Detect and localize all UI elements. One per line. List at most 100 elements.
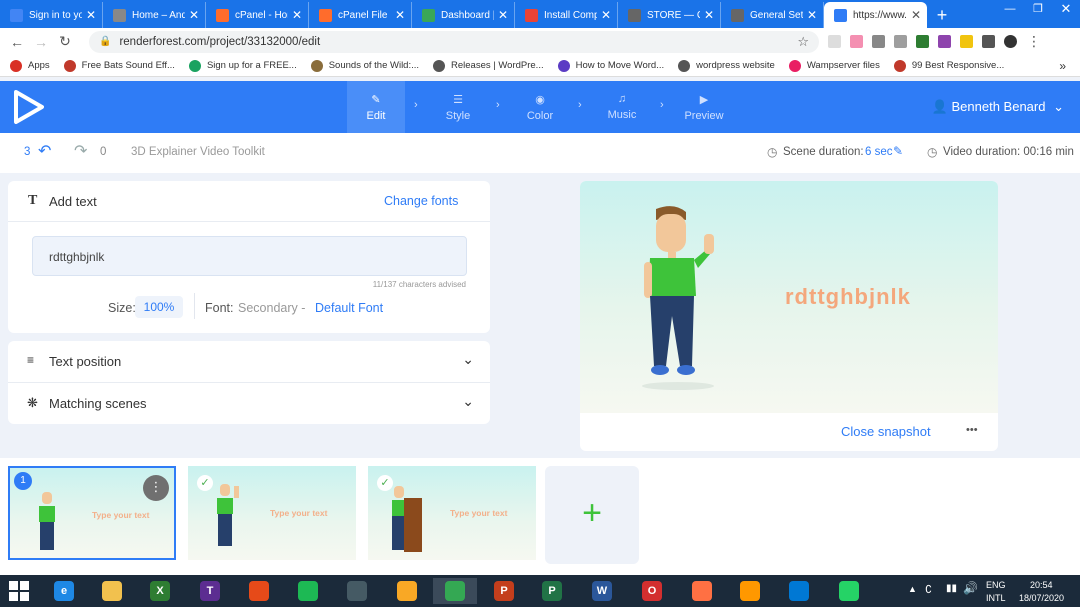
publisher-icon[interactable]: P (538, 578, 566, 604)
text-input[interactable]: rdttghbjnlk (32, 236, 467, 276)
bookmark-item[interactable]: Releases | WordPre... (433, 59, 544, 72)
firefox-icon[interactable] (736, 578, 764, 604)
step-style[interactable]: ☰ Style (429, 81, 487, 133)
step-edit[interactable]: ✎ Edit (347, 81, 405, 133)
whatsapp-icon[interactable] (835, 578, 863, 604)
reload-icon[interactable]: ↻ (53, 33, 77, 50)
language-indicator[interactable]: ENG (986, 580, 1006, 590)
sticky-notes-icon[interactable] (393, 578, 421, 604)
bookmarks-overflow-icon[interactable]: » (1059, 59, 1066, 73)
browser-tab[interactable]: Home – And ✕ (103, 2, 206, 28)
size-value[interactable]: 100% (135, 296, 183, 318)
bookmark-item[interactable]: Wampserver files (788, 59, 880, 72)
tab-favicon-icon (628, 8, 641, 22)
file-explorer-icon[interactable] (98, 578, 126, 604)
teams-icon[interactable]: T (196, 578, 224, 604)
close-snapshot-button[interactable]: Close snapshot (841, 424, 931, 439)
close-tab-icon[interactable]: ✕ (395, 8, 405, 22)
browser-tab[interactable]: Sign in to yo ✕ (0, 2, 103, 28)
close-tab-icon[interactable]: ✕ (292, 8, 302, 22)
browser-tab[interactable]: General Setti ✕ (721, 2, 824, 28)
thumbnail-menu-icon[interactable]: ⋮ (143, 475, 169, 501)
volume-icon[interactable]: 🔊 (963, 581, 978, 595)
step-music[interactable]: ♫ Music (593, 81, 651, 133)
extension-icon[interactable] (850, 35, 863, 48)
spotify-icon[interactable] (294, 578, 322, 604)
matching-scenes-row[interactable]: ❋ Matching scenes ⌄ (8, 383, 490, 424)
forward-icon[interactable]: → (29, 34, 53, 50)
edit-duration-icon[interactable]: ✎ (893, 144, 903, 158)
add-scene-button[interactable]: + (545, 466, 639, 564)
chrome-icon[interactable] (433, 578, 477, 604)
change-fonts-link[interactable]: Change fonts (384, 194, 458, 208)
network-icon[interactable]: ∁ (925, 583, 932, 596)
scene-preview[interactable]: rdttghbjnlk (580, 181, 998, 413)
close-tab-icon[interactable]: ✕ (807, 8, 817, 22)
default-font-link[interactable]: Default Font (315, 301, 383, 315)
extension-icon[interactable] (872, 35, 885, 48)
restore-icon[interactable]: ❐ (1024, 0, 1052, 22)
renderforest-logo-icon[interactable] (14, 90, 44, 124)
extension-icon[interactable] (916, 35, 929, 48)
close-tab-icon[interactable]: ✕ (911, 8, 921, 22)
url-bar[interactable]: 🔒 renderforest.com/project/33132000/edit… (89, 30, 819, 53)
tab-title: Sign in to yo (29, 9, 82, 21)
text-position-row[interactable]: ≡ Text position ⌄ (8, 341, 490, 382)
extension-icon[interactable] (894, 35, 907, 48)
opera-icon[interactable]: O (638, 578, 666, 604)
back-icon[interactable]: ← (5, 34, 29, 50)
menu-dots-icon[interactable]: ⋮ (1027, 33, 1041, 50)
browser-tab[interactable]: cPanel File M ✕ (309, 2, 412, 28)
user-menu[interactable]: 👤 Benneth Benard ⌄ (932, 99, 1064, 115)
word-icon[interactable]: W (588, 578, 616, 604)
bookmark-item[interactable]: Sign up for a FREE... (188, 59, 297, 72)
powerpoint-icon[interactable]: P (490, 578, 518, 604)
undo-icon[interactable]: ↶ (38, 141, 51, 161)
bookmark-item[interactable]: How to Move Word... (557, 59, 664, 72)
close-window-icon[interactable]: ✕ (1052, 0, 1080, 22)
uc-browser-icon[interactable] (688, 578, 716, 604)
star-icon[interactable]: ☆ (797, 34, 809, 50)
internet-explorer-icon[interactable]: e (50, 578, 78, 604)
tray-up-arrow-icon[interactable]: ▲ (908, 584, 917, 594)
clock-time[interactable]: 20:54 (1030, 580, 1053, 590)
signal-icon[interactable]: ▮▮ (946, 583, 957, 594)
bookmark-item[interactable]: Free Bats Sound Eff... (63, 59, 175, 72)
close-tab-icon[interactable]: ✕ (601, 8, 611, 22)
close-tab-icon[interactable]: ✕ (704, 8, 714, 22)
scene-duration-value[interactable]: 6 sec (865, 146, 893, 158)
scene-thumbnail[interactable]: Type your text ✓ (368, 466, 536, 560)
windows-start-icon[interactable] (5, 578, 33, 604)
bookmark-item[interactable]: Sounds of the Wild:... (310, 59, 419, 72)
redo-icon[interactable]: ↷ (74, 141, 87, 161)
edge-icon[interactable] (785, 578, 813, 604)
profile-avatar[interactable] (1004, 35, 1017, 48)
browser-tab[interactable]: https://www. ✕ (824, 2, 927, 28)
browser-tab[interactable]: cPanel - Hom ✕ (206, 2, 309, 28)
bookmark-item[interactable]: wordpress website (678, 59, 775, 72)
browser-tab[interactable]: Dashboard | ✕ (412, 2, 515, 28)
home-icon[interactable] (343, 578, 371, 604)
close-tab-icon[interactable]: ✕ (86, 8, 96, 22)
excel-icon[interactable]: X (146, 578, 174, 604)
step-color[interactable]: ◉ Color (511, 81, 569, 133)
puzzle-icon[interactable] (982, 35, 995, 48)
more-options-icon[interactable]: ••• (966, 424, 978, 436)
new-tab-button[interactable]: + (927, 2, 957, 28)
browser-tab[interactable]: STORE — Co ✕ (618, 2, 721, 28)
step-preview[interactable]: ▶ Preview (675, 81, 733, 133)
bookmark-icon (893, 59, 906, 72)
extension-icon[interactable] (960, 35, 973, 48)
browser-tab[interactable]: Install Comp ✕ (515, 2, 618, 28)
scene-thumbnail[interactable]: Type your text ✓ (188, 466, 356, 560)
scene-thumbnail[interactable]: Type your text 1 ⋮ (8, 466, 176, 560)
project-title[interactable]: 3D Explainer Video Toolkit (131, 146, 265, 158)
bookmark-item[interactable]: 99 Best Responsive... (893, 59, 1004, 72)
close-tab-icon[interactable]: ✕ (189, 8, 199, 22)
extension-icon[interactable] (828, 35, 841, 48)
close-tab-icon[interactable]: ✕ (498, 8, 508, 22)
extension-icon[interactable] (938, 35, 951, 48)
photos-icon[interactable] (245, 578, 273, 604)
minimize-icon[interactable]: — (996, 0, 1024, 22)
bookmark-item[interactable]: Apps (10, 59, 50, 72)
